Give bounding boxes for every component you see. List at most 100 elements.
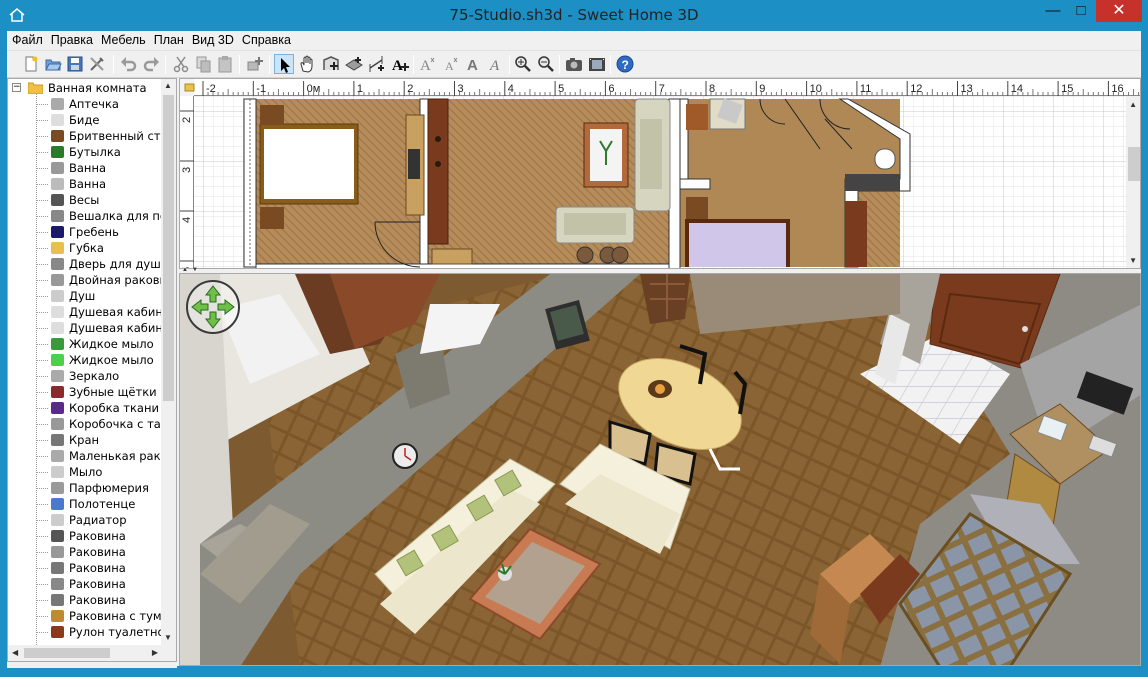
menu-3d-view[interactable]: Вид 3D [187,31,237,47]
create-video-icon[interactable] [587,54,607,74]
paste-icon[interactable] [215,54,235,74]
plan-view[interactable]: -2-10м12345678910111213141516 2345 [179,78,1141,269]
catalog-item[interactable]: Зеркало [8,368,168,384]
3d-view[interactable] [179,273,1141,666]
catalog-item[interactable]: Рулон туалетной [8,624,172,640]
catalog-item[interactable]: Маленькая раков [8,448,174,464]
catalog-item[interactable]: Радиатор [8,512,168,528]
move-backward-arrow-icon[interactable] [204,311,222,329]
catalog-item[interactable]: Губка [8,240,168,256]
save-icon[interactable] [65,54,85,74]
catalog-item[interactable]: Раковина [8,592,168,608]
open-folder-icon[interactable] [43,54,63,74]
catalog-item-label: Радиатор [69,513,127,527]
catalog-item[interactable]: Гребень [8,224,168,240]
catalog-item[interactable]: Жидкое мыло [8,336,168,352]
preferences-icon[interactable] [87,54,107,74]
scroll-down-arrow-icon[interactable]: ▼ [164,634,172,642]
cut-icon[interactable] [171,54,191,74]
catalog-item-label: Раковина [69,545,126,559]
catalog-item[interactable]: Биде [8,112,168,128]
catalog-item[interactable]: Душевая кабина [8,320,170,336]
scroll-right-arrow-icon[interactable]: ▶ [152,649,158,657]
menu-edit[interactable]: Правка [46,31,96,47]
sink-icon [51,530,64,542]
catalog-item[interactable]: Ванна [8,160,168,176]
italic-text-icon[interactable]: A [487,54,507,74]
catalog-item[interactable]: Дверь для душа [8,256,168,272]
maximize-button[interactable]: □ [1066,0,1096,22]
svg-text:?: ? [622,58,629,72]
ruler-x-label: 3 [458,83,464,95]
scroll-left-arrow-icon[interactable]: ◀ [12,649,18,657]
zoom-out-icon[interactable] [536,54,556,74]
catalog-item[interactable]: Парфюмерия [8,480,168,496]
catalog-item[interactable]: Коробочка с табл [8,416,175,432]
catalog-item[interactable]: Душевая кабина [8,304,170,320]
create-rooms-icon[interactable] [344,54,364,74]
redo-icon[interactable] [141,54,161,74]
create-photo-icon[interactable] [564,54,584,74]
catalog-horizontal-scrollbar[interactable]: ◀ ▶ [8,645,176,661]
catalog-item[interactable]: Раковина [8,560,168,576]
help-icon[interactable]: ? [615,54,635,74]
plan-scroll-up-arrow-icon[interactable]: ▲ [1129,101,1137,109]
small-sink-icon [51,450,64,462]
catalog-item[interactable]: Бутылка [8,144,168,160]
catalog-item[interactable]: Зубные щётки и п [8,384,176,400]
catalog-item[interactable]: Раковина [8,576,168,592]
increase-text-icon[interactable]: A [418,54,438,74]
new-file-icon[interactable] [21,54,41,74]
catalog-item-label: Бритвенный стан [69,129,176,143]
add-furniture-icon[interactable] [245,54,265,74]
scroll-thumb[interactable] [24,648,110,658]
select-arrow-icon[interactable] [274,54,294,74]
catalog-item[interactable]: Раковина [8,528,168,544]
catalog-item-label: Жидкое мыло [69,353,154,367]
move-forward-arrow-icon[interactable] [204,285,222,303]
catalog-item[interactable]: Кран [8,432,168,448]
catalog-item[interactable]: Ванна [8,176,168,192]
plan-scroll-down-arrow-icon[interactable]: ▼ [1129,257,1137,265]
create-walls-icon[interactable] [321,54,341,74]
add-text-icon[interactable]: A [390,54,410,74]
collapse-toggle-icon[interactable]: − [12,83,21,92]
turn-right-arrow-icon[interactable] [217,298,235,316]
scroll-up-arrow-icon[interactable]: ▲ [164,82,172,90]
bathtub-icon [51,162,64,174]
navigation-arrows-control[interactable] [186,280,240,334]
create-dimensions-icon[interactable] [367,54,387,74]
catalog-item[interactable]: Аптечка [8,96,168,112]
catalog-item[interactable]: Раковина с тумбо [8,608,176,624]
menu-help[interactable]: Справка [237,31,294,47]
zoom-in-icon[interactable] [513,54,533,74]
catalog-item[interactable]: Полотенце [8,496,168,512]
ruler-x-label: 6 [608,83,614,95]
copy-icon[interactable] [193,54,213,74]
catalog-item[interactable]: Весы [8,192,168,208]
catalog-category-bathroom[interactable]: − Ванная комната [8,80,168,96]
menu-furniture[interactable]: Мебель [96,31,149,47]
catalog-vertical-scrollbar[interactable]: ▲ ▼ [161,79,176,645]
pan-hand-icon[interactable] [297,54,317,74]
menu-file[interactable]: Файл [7,31,46,47]
menu-plan[interactable]: План [149,31,187,47]
catalog-item[interactable]: Двойная раковин [8,272,175,288]
decrease-text-icon[interactable]: A [441,54,461,74]
catalog-item[interactable]: Мыло [8,464,168,480]
close-button[interactable]: ✕ [1096,0,1142,22]
catalog-item[interactable]: Бритвенный стан [8,128,175,144]
catalog-item[interactable]: Раковина [8,544,168,560]
scroll-thumb[interactable] [163,95,174,401]
bold-text-icon[interactable]: A [464,54,484,74]
catalog-item[interactable]: Душ [8,288,168,304]
ruler-x-label: -1 [256,83,266,95]
furniture-catalog-tree[interactable]: − Ванная комната Аптечка Биде Бритвенный с… [7,78,177,662]
minimize-button[interactable]: — [1038,0,1068,22]
catalog-item[interactable]: Вешалка для поло [8,208,176,224]
catalog-item[interactable]: Коробка ткани [8,400,168,416]
undo-icon[interactable] [119,54,139,74]
catalog-item[interactable]: Жидкое мыло [8,352,168,368]
svg-text:A: A [467,57,478,74]
turn-left-arrow-icon[interactable] [191,298,209,316]
